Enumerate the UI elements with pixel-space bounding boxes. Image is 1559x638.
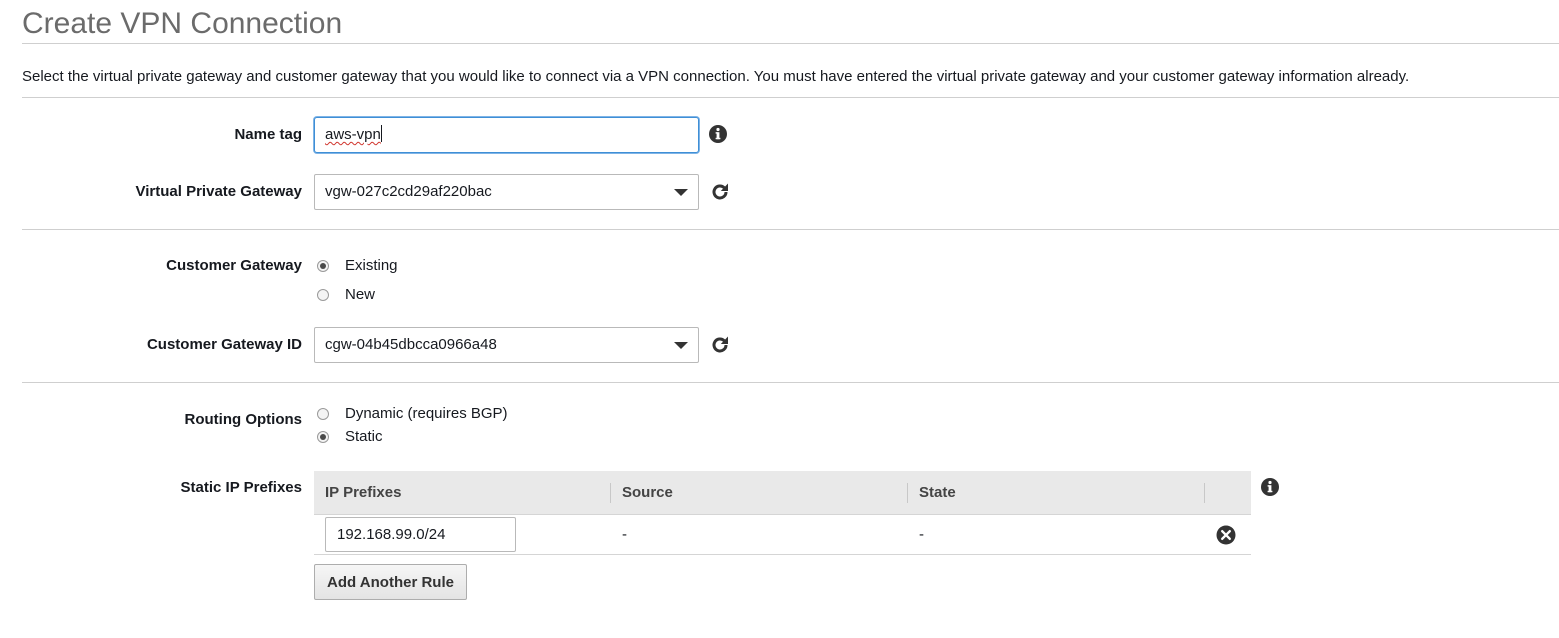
customer-gateway-id-label: Customer Gateway ID: [146, 336, 302, 353]
info-icon[interactable]: [707, 123, 729, 145]
routing-dynamic-label[interactable]: Dynamic (requires BGP): [345, 405, 508, 423]
virtual-private-gateway-select[interactable]: vgw-027c2cd29af220bac: [314, 174, 699, 210]
static-ip-prefixes-table: IP Prefixes Source State 192.168.99.0/24…: [314, 471, 1251, 555]
table-header: IP Prefixes Source State: [314, 471, 1251, 515]
info-icon[interactable]: [1259, 476, 1281, 498]
divider: [22, 382, 1559, 383]
customer-gateway-existing-radio[interactable]: [317, 260, 329, 272]
routing-options-label: Routing Options: [184, 411, 302, 428]
name-tag-label: Name tag: [234, 126, 302, 143]
refresh-icon[interactable]: [709, 334, 731, 356]
name-tag-value: aws-vpn: [325, 126, 381, 143]
routing-static-label[interactable]: Static: [345, 428, 383, 446]
column-divider: [1204, 483, 1205, 503]
ip-prefix-input[interactable]: 192.168.99.0/24: [325, 517, 516, 552]
page-description: Select the virtual private gateway and c…: [22, 68, 1410, 85]
customer-gateway-label: Customer Gateway: [166, 257, 302, 274]
routing-static-radio[interactable]: [317, 431, 329, 443]
add-another-rule-button[interactable]: Add Another Rule: [314, 564, 467, 600]
customer-gateway-id-select[interactable]: cgw-04b45dbcca0966a48: [314, 327, 699, 363]
source-cell: -: [622, 526, 627, 543]
static-ip-prefixes-label: Static IP Prefixes: [180, 479, 302, 496]
customer-gateway-new-radio[interactable]: [317, 289, 329, 301]
routing-dynamic-radio[interactable]: [317, 408, 329, 420]
customer-gateway-new-label[interactable]: New: [345, 286, 375, 304]
column-header-ip-prefixes[interactable]: IP Prefixes: [314, 471, 401, 515]
virtual-private-gateway-value: vgw-027c2cd29af220bac: [325, 183, 492, 200]
divider: [22, 229, 1559, 230]
divider: [22, 97, 1559, 98]
remove-circle-icon[interactable]: [1215, 524, 1237, 546]
customer-gateway-existing-label[interactable]: Existing: [345, 257, 398, 275]
divider: [22, 43, 1559, 44]
column-header-source[interactable]: Source: [611, 471, 673, 515]
name-tag-input[interactable]: aws-vpn: [314, 117, 699, 153]
table-row: 192.168.99.0/24 - -: [314, 515, 1251, 555]
state-cell: -: [919, 526, 924, 543]
chevron-down-icon: [674, 189, 688, 196]
refresh-icon[interactable]: [709, 181, 731, 203]
column-header-state[interactable]: State: [908, 471, 956, 515]
chevron-down-icon: [674, 342, 688, 349]
virtual-private-gateway-label: Virtual Private Gateway: [135, 183, 302, 200]
customer-gateway-id-value: cgw-04b45dbcca0966a48: [325, 336, 497, 353]
text-caret: [380, 125, 382, 142]
page-title: Create VPN Connection: [22, 7, 343, 40]
